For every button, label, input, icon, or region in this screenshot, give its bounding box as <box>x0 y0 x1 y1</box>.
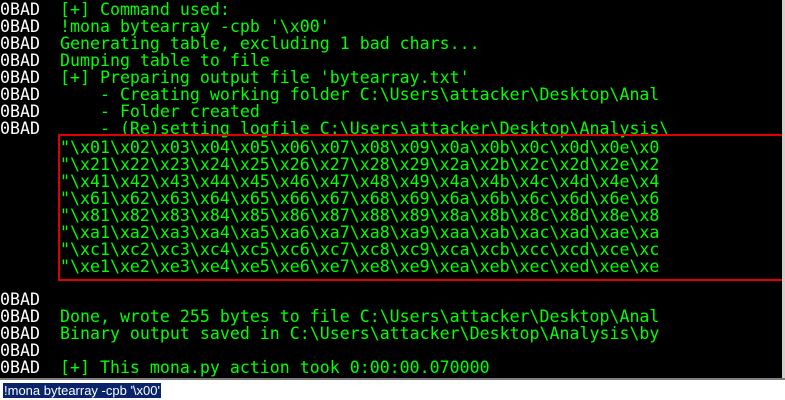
log-address: 0BAD <box>0 359 60 376</box>
command-selection: !mona bytearray -cpb '\x00' <box>3 383 161 398</box>
log-address: 0BAD <box>0 342 60 359</box>
log-message: [+] This mona.py action took 0:00:00.070… <box>60 358 490 377</box>
log-message: Dumping table to file <box>60 51 270 70</box>
log-message: Generating table, excluding 1 bad chars.… <box>60 34 480 53</box>
log-address: 0BAD <box>0 308 60 325</box>
log-message: [+] Preparing output file 'bytearray.txt… <box>60 68 470 87</box>
log-address: 0BAD <box>0 86 60 103</box>
bytearray-highlight-box <box>58 134 785 281</box>
log-console[interactable]: 0BAD [+] Command used: 0BAD !mona bytearra… <box>0 0 785 378</box>
command-bar: !mona bytearray -cpb '\x00' <box>0 378 785 400</box>
log-address: 0BAD <box>0 325 60 342</box>
log-message: !mona bytearray -cpb '\x00' <box>60 17 330 36</box>
log-message: - Creating working folder C:\Users\attac… <box>60 85 660 104</box>
log-message: - Folder created <box>60 102 260 121</box>
log-address: 0BAD <box>0 69 60 86</box>
log-address: 0BAD <box>0 35 60 52</box>
log-message: Done, wrote 255 bytes to file C:\Users\a… <box>60 307 660 326</box>
log-address: 0BAD <box>0 52 60 69</box>
log-message: [+] Command used: <box>60 0 230 19</box>
log-address: 0BAD <box>0 103 60 120</box>
log-address: 0BAD <box>0 120 60 137</box>
log-address: 0BAD <box>0 18 60 35</box>
log-message: Binary output saved in C:\Users\attacker… <box>60 324 660 343</box>
log-address: 0BAD <box>0 1 60 18</box>
log-address: 0BAD <box>0 291 60 308</box>
